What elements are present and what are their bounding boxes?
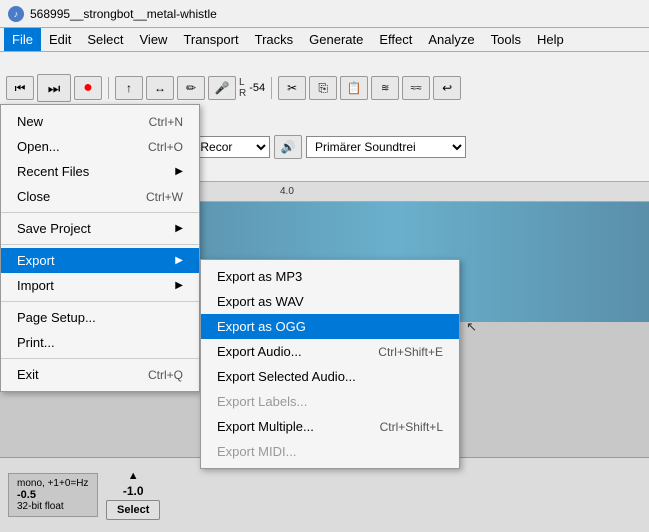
undo-button[interactable]: ↩ (433, 76, 461, 100)
menu-tools[interactable]: Tools (483, 28, 529, 51)
menu-new-shortcut: Ctrl+N (149, 115, 183, 129)
mic-button[interactable]: 🎤 (208, 76, 236, 100)
menu-page-setup[interactable]: Page Setup... (1, 305, 199, 330)
menu-exit-shortcut: Ctrl+Q (148, 368, 183, 382)
menu-transport[interactable]: Transport (175, 28, 246, 51)
menu-save-project[interactable]: Save Project (1, 216, 199, 241)
menu-close-label: Close (17, 189, 50, 204)
export-selected-label: Export Selected Audio... (217, 369, 356, 384)
cursor-arrow-icon: ↖ (466, 319, 477, 335)
menu-sep-1 (1, 212, 199, 213)
skip-end-button[interactable]: ⏭ (37, 74, 71, 102)
export-midi: Export MIDI... (201, 439, 459, 464)
info-line2: -0.5 (17, 489, 89, 501)
menu-export-label: Export (17, 253, 55, 268)
menu-view[interactable]: View (132, 28, 176, 51)
menu-open-shortcut: Ctrl+O (148, 140, 183, 154)
skip-start-button[interactable]: ⏮ (6, 76, 34, 100)
toolbar-sep-1 (108, 77, 109, 99)
menu-import[interactable]: Import (1, 273, 199, 298)
app-icon-letter: ♪ (14, 9, 19, 19)
export-wav-label: Export as WAV (217, 294, 304, 309)
info-box: mono, +1+0=Hz -0.5 32-bit float (8, 473, 98, 517)
export-audio-label: Export Audio... (217, 344, 302, 359)
export-mp3-label: Export as MP3 (217, 269, 302, 284)
menu-import-label: Import (17, 278, 54, 293)
export-ogg[interactable]: Export as OGG ↖ (201, 314, 459, 339)
menu-close[interactable]: Close Ctrl+W (1, 184, 199, 209)
soundcard-selector[interactable]: Primärer Soundtrei (306, 136, 466, 158)
menu-generate[interactable]: Generate (301, 28, 371, 51)
zoom-tool-button[interactable]: ↔ (146, 76, 174, 100)
menu-sep-2 (1, 244, 199, 245)
info-line1: mono, +1+0=Hz (17, 478, 89, 489)
draw-tool-button[interactable]: ✏ (177, 76, 205, 100)
select-button[interactable]: Select (106, 500, 160, 520)
menu-close-shortcut: Ctrl+W (146, 190, 183, 204)
wave2-button[interactable]: ≈≈ (402, 76, 430, 100)
copy-button[interactable]: ⎘ (309, 76, 337, 100)
select-area: ▲ -1.0 Select (106, 470, 160, 520)
menu-help[interactable]: Help (529, 28, 572, 51)
export-wav[interactable]: Export as WAV (201, 289, 459, 314)
select-tool-button[interactable]: ↑ (115, 76, 143, 100)
up-arrow-icon[interactable]: ▲ (128, 470, 139, 482)
menu-select[interactable]: Select (79, 28, 131, 51)
menu-sep-3 (1, 301, 199, 302)
vu-level-l: L (239, 77, 246, 88)
menu-edit[interactable]: Edit (41, 28, 79, 51)
menu-save-label: Save Project (17, 221, 91, 236)
file-menu-dropdown: New Ctrl+N Open... Ctrl+O Recent Files C… (0, 104, 200, 392)
menu-print-label: Print... (17, 335, 55, 350)
menu-export[interactable]: Export (1, 248, 199, 273)
vu-value: -54 (249, 82, 265, 94)
wave-button[interactable]: ≋ (371, 76, 399, 100)
menu-analyze[interactable]: Analyze (420, 28, 482, 51)
menu-tracks[interactable]: Tracks (247, 28, 302, 51)
paste-button[interactable]: 📋 (340, 76, 368, 100)
export-multiple-shortcut: Ctrl+Shift+L (380, 420, 443, 434)
export-labels: Export Labels... (201, 389, 459, 414)
file-menu: New Ctrl+N Open... Ctrl+O Recent Files C… (0, 104, 200, 392)
menu-recent-label: Recent Files (17, 164, 89, 179)
export-multiple-label: Export Multiple... (217, 419, 314, 434)
menu-open-label: Open... (17, 139, 60, 154)
export-audio[interactable]: Export Audio... Ctrl+Shift+E (201, 339, 459, 364)
menu-bar: File Edit Select View Transport Tracks G… (0, 28, 649, 52)
cut-button[interactable]: ✂ (278, 76, 306, 100)
export-mp3[interactable]: Export as MP3 (201, 264, 459, 289)
export-ogg-label: Export as OGG (217, 319, 306, 334)
export-selected-audio[interactable]: Export Selected Audio... (201, 364, 459, 389)
menu-new[interactable]: New Ctrl+N (1, 109, 199, 134)
export-labels-label: Export Labels... (217, 394, 307, 409)
speaker-button[interactable]: 🔊 (274, 135, 302, 159)
app-icon: ♪ (8, 6, 24, 22)
menu-page-setup-label: Page Setup... (17, 310, 96, 325)
export-multiple[interactable]: Export Multiple... Ctrl+Shift+L (201, 414, 459, 439)
export-midi-label: Export MIDI... (217, 444, 296, 459)
export-audio-shortcut: Ctrl+Shift+E (378, 345, 443, 359)
export-submenu: Export as MP3 Export as WAV Export as OG… (200, 259, 460, 469)
menu-new-label: New (17, 114, 43, 129)
main-area: ⏮ ⏭ ● ↑ ↔ ✏ 🎤 L R -54 ✂ ⎘ 📋 ≋ ≈≈ ↩ Mikr (0, 52, 649, 457)
vu-levels: L R (239, 77, 246, 99)
menu-effect[interactable]: Effect (371, 28, 420, 51)
menu-recent-files[interactable]: Recent Files (1, 159, 199, 184)
menu-sep-4 (1, 358, 199, 359)
record-button[interactable]: ● (74, 76, 102, 100)
menu-print[interactable]: Print... (1, 330, 199, 355)
menu-file[interactable]: File (4, 28, 41, 51)
title-bar: ♪ 568995__strongbot__metal-whistle (0, 0, 649, 28)
menu-exit-label: Exit (17, 367, 39, 382)
menu-open[interactable]: Open... Ctrl+O (1, 134, 199, 159)
value-display: -1.0 (123, 484, 144, 498)
toolbar-sep-2 (271, 77, 272, 99)
window-title: 568995__strongbot__metal-whistle (30, 7, 217, 21)
value-row: ▲ (128, 470, 139, 482)
ruler-marker: 4.0 (280, 186, 294, 197)
vu-level-r: R (239, 88, 246, 99)
menu-exit[interactable]: Exit Ctrl+Q (1, 362, 199, 387)
transport-row: ⏮ ⏭ ● ↑ ↔ ✏ 🎤 L R -54 ✂ ⎘ 📋 ≋ ≈≈ ↩ (6, 72, 643, 104)
